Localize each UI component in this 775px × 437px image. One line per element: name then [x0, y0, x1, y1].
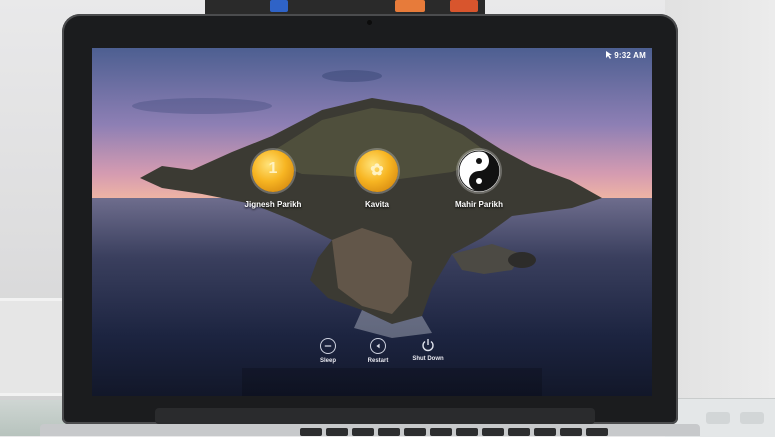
laptop-key	[508, 428, 530, 436]
laptop-key	[586, 428, 608, 436]
laptop-key	[352, 428, 374, 436]
user-jignesh-parikh[interactable]: 1 Jignesh Parikh	[228, 150, 318, 209]
mouse-pointer-icon	[606, 51, 612, 59]
user-name-label: Mahir Parikh	[454, 200, 503, 209]
restart-button[interactable]: Restart	[358, 338, 398, 364]
laptop-key	[430, 428, 452, 436]
menubar-clock: 9:32 AM	[614, 51, 646, 60]
laptop-key	[300, 428, 322, 436]
gold-coin-icon: 1	[252, 150, 294, 192]
laptop-key	[378, 428, 400, 436]
sleep-icon	[320, 338, 336, 354]
background-wall	[665, 0, 775, 436]
sleep-button[interactable]: Sleep	[308, 338, 348, 364]
avatar-glyph: 1	[268, 160, 278, 177]
laptop-hinge	[155, 408, 595, 424]
yin-yang-icon	[458, 150, 500, 192]
laptop-key	[456, 428, 478, 436]
restart-label: Restart	[367, 358, 389, 364]
sleep-label: Sleep	[319, 358, 336, 364]
laptop-key	[326, 428, 348, 436]
screen-reflection	[242, 368, 542, 396]
shelf-item-blue	[270, 0, 288, 12]
camera-icon	[367, 20, 372, 25]
avatar-glyph: ✿	[370, 162, 384, 179]
login-screen: 9:32 AM 1 Jignesh Parikh ✿ Kavita Mahir …	[92, 48, 652, 396]
power-icon	[421, 338, 435, 352]
laptop-lid: 9:32 AM 1 Jignesh Parikh ✿ Kavita Mahir …	[62, 14, 678, 424]
laptop-key	[404, 428, 426, 436]
external-key	[740, 412, 764, 424]
user-name-label: Kavita	[364, 200, 389, 209]
shut-down-button[interactable]: Shut Down	[408, 338, 448, 362]
user-mahir-parikh[interactable]: Mahir Parikh	[434, 150, 524, 209]
shelf-item-orange	[395, 0, 425, 12]
shut-down-label: Shut Down	[412, 356, 444, 362]
laptop-key	[560, 428, 582, 436]
laptop-key	[482, 428, 504, 436]
shelf-item-red	[450, 0, 478, 12]
restart-icon	[370, 338, 386, 354]
gold-coin-icon: ✿	[356, 150, 398, 192]
user-name-label: Jignesh Parikh	[244, 200, 302, 209]
external-key	[706, 412, 730, 424]
user-kavita[interactable]: ✿ Kavita	[332, 150, 422, 209]
laptop-key	[534, 428, 556, 436]
background-shelf	[205, 0, 485, 14]
